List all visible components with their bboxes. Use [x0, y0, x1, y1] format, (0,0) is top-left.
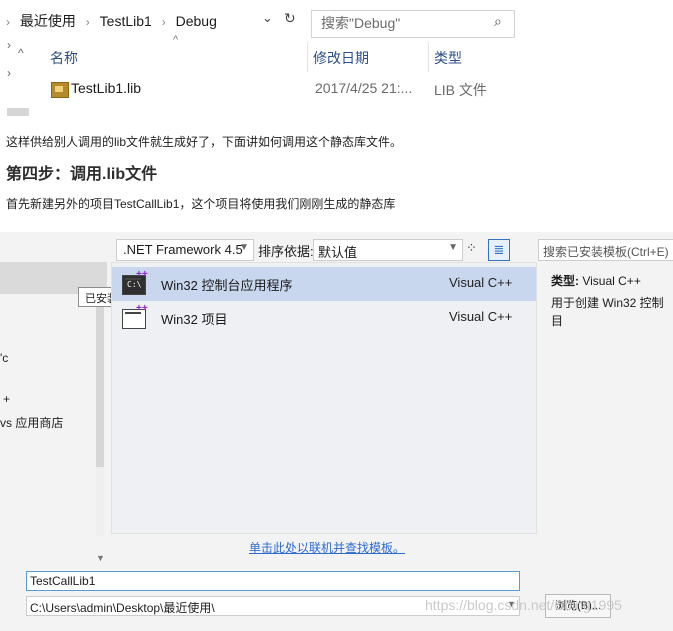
file-list-header: 名称 修改日期 类型 — [50, 48, 520, 70]
column-modified[interactable]: 修改日期 — [313, 48, 369, 68]
left-nav-item[interactable]: 'c — [0, 351, 8, 365]
dropdown-arrow-icon: ▼ — [239, 242, 249, 253]
column-name[interactable]: 名称 — [50, 48, 78, 68]
search-icon[interactable]: ⌕ — [494, 13, 502, 30]
breadcrumb-item-folder[interactable]: Debug — [176, 13, 217, 29]
template-language: Visual C++ — [449, 309, 513, 324]
explorer-strip: › 最近使用 › TestLib1 › Debug ⌄ ↻ 搜索"Debug" … — [0, 0, 673, 125]
new-project-dialog: .NET Framework 4.5 ▼ 排序依据: 默认值 ▼ ⁘ ≣ 搜索已… — [0, 232, 673, 631]
template-list: ++ Win32 控制台应用程序 Visual C++ ++ Win32 项目 … — [111, 262, 537, 534]
sort-up-icon: ^ — [18, 46, 24, 60]
breadcrumb-sep: › — [161, 15, 166, 29]
breadcrumb-sep: › — [6, 15, 10, 29]
cpp-plus-icon: ++ — [136, 269, 148, 280]
file-row[interactable]: TestLib1.lib 2017/4/25 21:... LIB 文件 — [50, 80, 520, 102]
framework-dropdown[interactable]: .NET Framework 4.5 ▼ — [116, 239, 254, 261]
sort-value: 默认值 — [318, 245, 358, 260]
file-type: LIB 文件 — [434, 82, 487, 98]
scrollbar[interactable] — [7, 108, 29, 116]
chevron-right-icon[interactable]: › — [7, 38, 11, 52]
sort-caret-icon: ^ — [173, 34, 179, 46]
article-paragraph-2: 首先新建另外的项目TestCallLib1，这个项目将使用我们刚刚生成的静态库 — [6, 197, 396, 211]
watermark: https://blog.csdn.net/Cbing1995 — [425, 597, 622, 613]
lib-file-icon — [51, 82, 69, 98]
location-value: C:\Users\admin\Desktop\最近使用\ — [30, 601, 215, 615]
template-description-continued: 目 — [551, 314, 564, 328]
list-view-icon[interactable]: ≣ — [488, 239, 510, 261]
template-type-label: 类型: — [551, 274, 579, 288]
breadcrumb: › 最近使用 › TestLib1 › Debug — [0, 8, 300, 34]
sort-dropdown[interactable]: 默认值 ▼ — [313, 239, 463, 261]
template-search-placeholder: 搜索已安装模板(Ctrl+E) — [543, 245, 669, 259]
sort-label: 排序依据: — [258, 244, 314, 259]
left-nav-item[interactable]: + — [3, 392, 10, 406]
left-nav-item[interactable]: vs 应用商店 — [0, 414, 63, 431]
template-description: 用于创建 Win32 控制 — [551, 296, 664, 310]
project-name-input[interactable]: TestCallLib1 — [26, 571, 520, 591]
template-search-input[interactable]: 搜索已安装模板(Ctrl+E) — [538, 239, 673, 261]
breadcrumb-dropdown-icon[interactable]: ⌄ — [262, 10, 280, 32]
refresh-icon[interactable]: ↻ — [284, 10, 302, 32]
template-type-value: Visual C++ — [582, 274, 641, 288]
breadcrumb-item-recent[interactable]: 最近使用 — [20, 13, 76, 29]
template-name: Win32 项目 — [161, 312, 228, 327]
file-date: 2017/4/25 21:... — [315, 80, 413, 96]
search-placeholder: 搜索"Debug" — [321, 15, 401, 31]
online-templates-link[interactable]: 单击此处以联机并查找模板。 — [249, 539, 405, 556]
template-row[interactable]: ++ Win32 控制台应用程序 Visual C++ — [112, 267, 536, 301]
scrollbar-thumb[interactable] — [96, 292, 104, 467]
dropdown-arrow-icon: ▼ — [448, 242, 458, 253]
breadcrumb-item-project[interactable]: TestLib1 — [100, 13, 152, 29]
template-type: 类型: Visual C++ — [551, 272, 641, 289]
file-name[interactable]: TestLib1.lib — [71, 80, 141, 96]
project-name-value: TestCallLib1 — [30, 574, 96, 588]
template-language: Visual C++ — [449, 275, 513, 290]
scrollbar-track[interactable] — [96, 467, 104, 536]
framework-value: .NET Framework 4.5 — [123, 242, 243, 257]
article-paragraph-1: 这样供给别人调用的lib文件就生成好了，下面讲如何调用这个静态库文件。 — [6, 135, 403, 149]
template-name: Win32 控制台应用程序 — [161, 278, 293, 293]
left-mini-pane: › › ^ — [0, 36, 36, 116]
column-type[interactable]: 类型 — [434, 48, 462, 68]
breadcrumb-sep: › — [85, 15, 90, 29]
article-heading: 第四步：调用.lib文件 — [6, 166, 158, 183]
chevron-right-icon[interactable]: › — [7, 66, 11, 80]
grid-view-icon[interactable]: ⁘ — [466, 240, 484, 258]
cpp-plus-icon: ++ — [136, 303, 148, 314]
template-row[interactable]: ++ Win32 项目 Visual C++ — [112, 301, 536, 335]
scroll-down-icon[interactable]: ▼ — [96, 553, 105, 563]
